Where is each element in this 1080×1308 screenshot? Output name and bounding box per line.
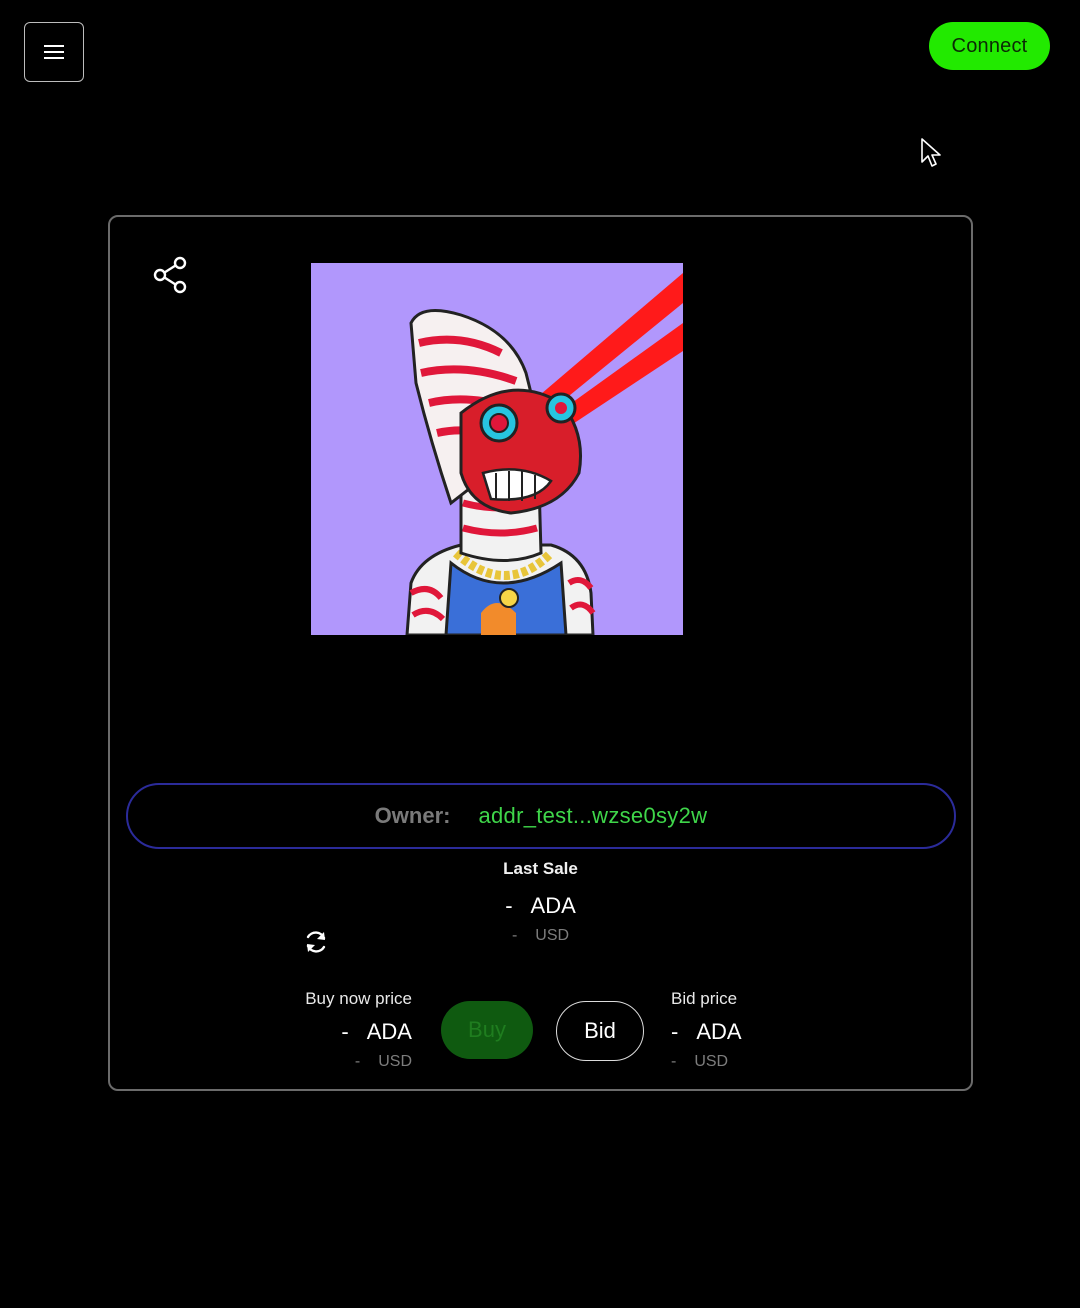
last-sale-ada-unit: ADA	[530, 893, 576, 918]
buy-now-ada-value: -	[341, 1019, 349, 1044]
last-sale-ada: - ADA	[110, 893, 971, 919]
cursor-icon	[921, 138, 941, 167]
last-sale-usd-value: -	[511, 927, 518, 944]
owner-bar: Owner: addr_test...wzse0sy2w	[126, 783, 956, 849]
bid-usd: - USD	[671, 1053, 801, 1071]
bid-ada: - ADA	[671, 1019, 801, 1045]
buy-now-usd: - USD	[290, 1053, 412, 1071]
menu-button[interactable]	[24, 22, 84, 82]
last-sale-usd: - USD	[110, 927, 971, 945]
buy-now-label: Buy now price	[305, 989, 412, 1008]
last-sale-title: Last Sale	[503, 859, 578, 878]
refresh-icon[interactable]	[303, 929, 329, 955]
bid-price-label: Bid price	[671, 989, 738, 1008]
buy-now-usd-unit: USD	[378, 1053, 412, 1070]
nft-image	[311, 263, 683, 635]
nft-card: Owner: addr_test...wzse0sy2w Last Sale -…	[108, 215, 973, 1091]
owner-label: Owner:	[374, 803, 451, 828]
bid-section: Bid price - ADA - USD	[671, 989, 801, 1071]
share-icon[interactable]	[150, 255, 190, 295]
nft-artwork	[311, 263, 683, 635]
connect-button[interactable]: Connect	[929, 22, 1050, 70]
bid-ada-unit: ADA	[696, 1019, 742, 1044]
buy-now-usd-value: -	[354, 1053, 361, 1070]
buy-now-ada: - ADA	[290, 1019, 412, 1045]
page: Connect Owner: addr_test...wzse0sy2w Las…	[0, 0, 1080, 1308]
bid-button[interactable]: Bid	[556, 1001, 644, 1061]
last-sale: Last Sale - ADA - USD	[110, 859, 971, 945]
buy-button[interactable]: Buy	[441, 1001, 533, 1059]
bid-usd-value: -	[671, 1053, 677, 1070]
buy-now-ada-unit: ADA	[366, 1019, 412, 1044]
buy-now-section: Buy now price - ADA - USD	[290, 989, 412, 1071]
last-sale-ada-value: -	[505, 893, 513, 918]
bid-ada-value: -	[671, 1019, 679, 1044]
owner-address-link[interactable]: addr_test...wzse0sy2w	[478, 803, 707, 829]
bid-usd-unit: USD	[694, 1053, 729, 1070]
last-sale-usd-unit: USD	[535, 927, 570, 944]
menu-icon	[44, 45, 64, 59]
